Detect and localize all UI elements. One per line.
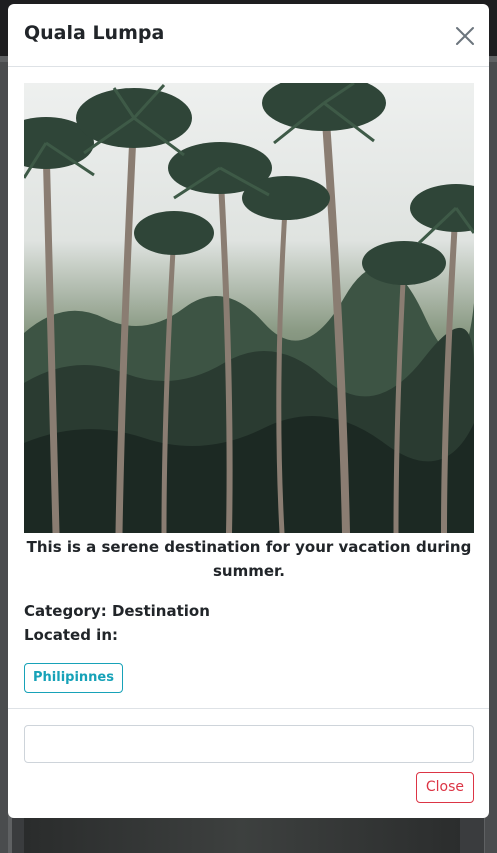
modal-footer: Close [8,708,489,818]
modal-header: Quala Lumpa [8,4,489,67]
comment-input[interactable] [24,725,474,763]
destination-caption: This is a serene destination for your va… [26,538,472,580]
located-label: Located in: [24,626,118,644]
background-card-image [24,818,460,853]
close-button[interactable]: Close [415,772,474,803]
destination-image [24,83,474,533]
category-value: Destination [111,602,210,620]
category-line: Category: Destination [24,599,474,623]
location-tag-philipinnes[interactable]: Philipinnes [24,663,123,693]
category-label: Category: [24,602,107,620]
modal-title: Quala Lumpa [24,22,165,44]
close-icon[interactable] [453,24,477,48]
destination-modal: Quala Lumpa This is a serene destination… [8,4,489,818]
modal-body: This is a serene destination for your va… [24,83,474,693]
background-card-left [0,62,8,853]
